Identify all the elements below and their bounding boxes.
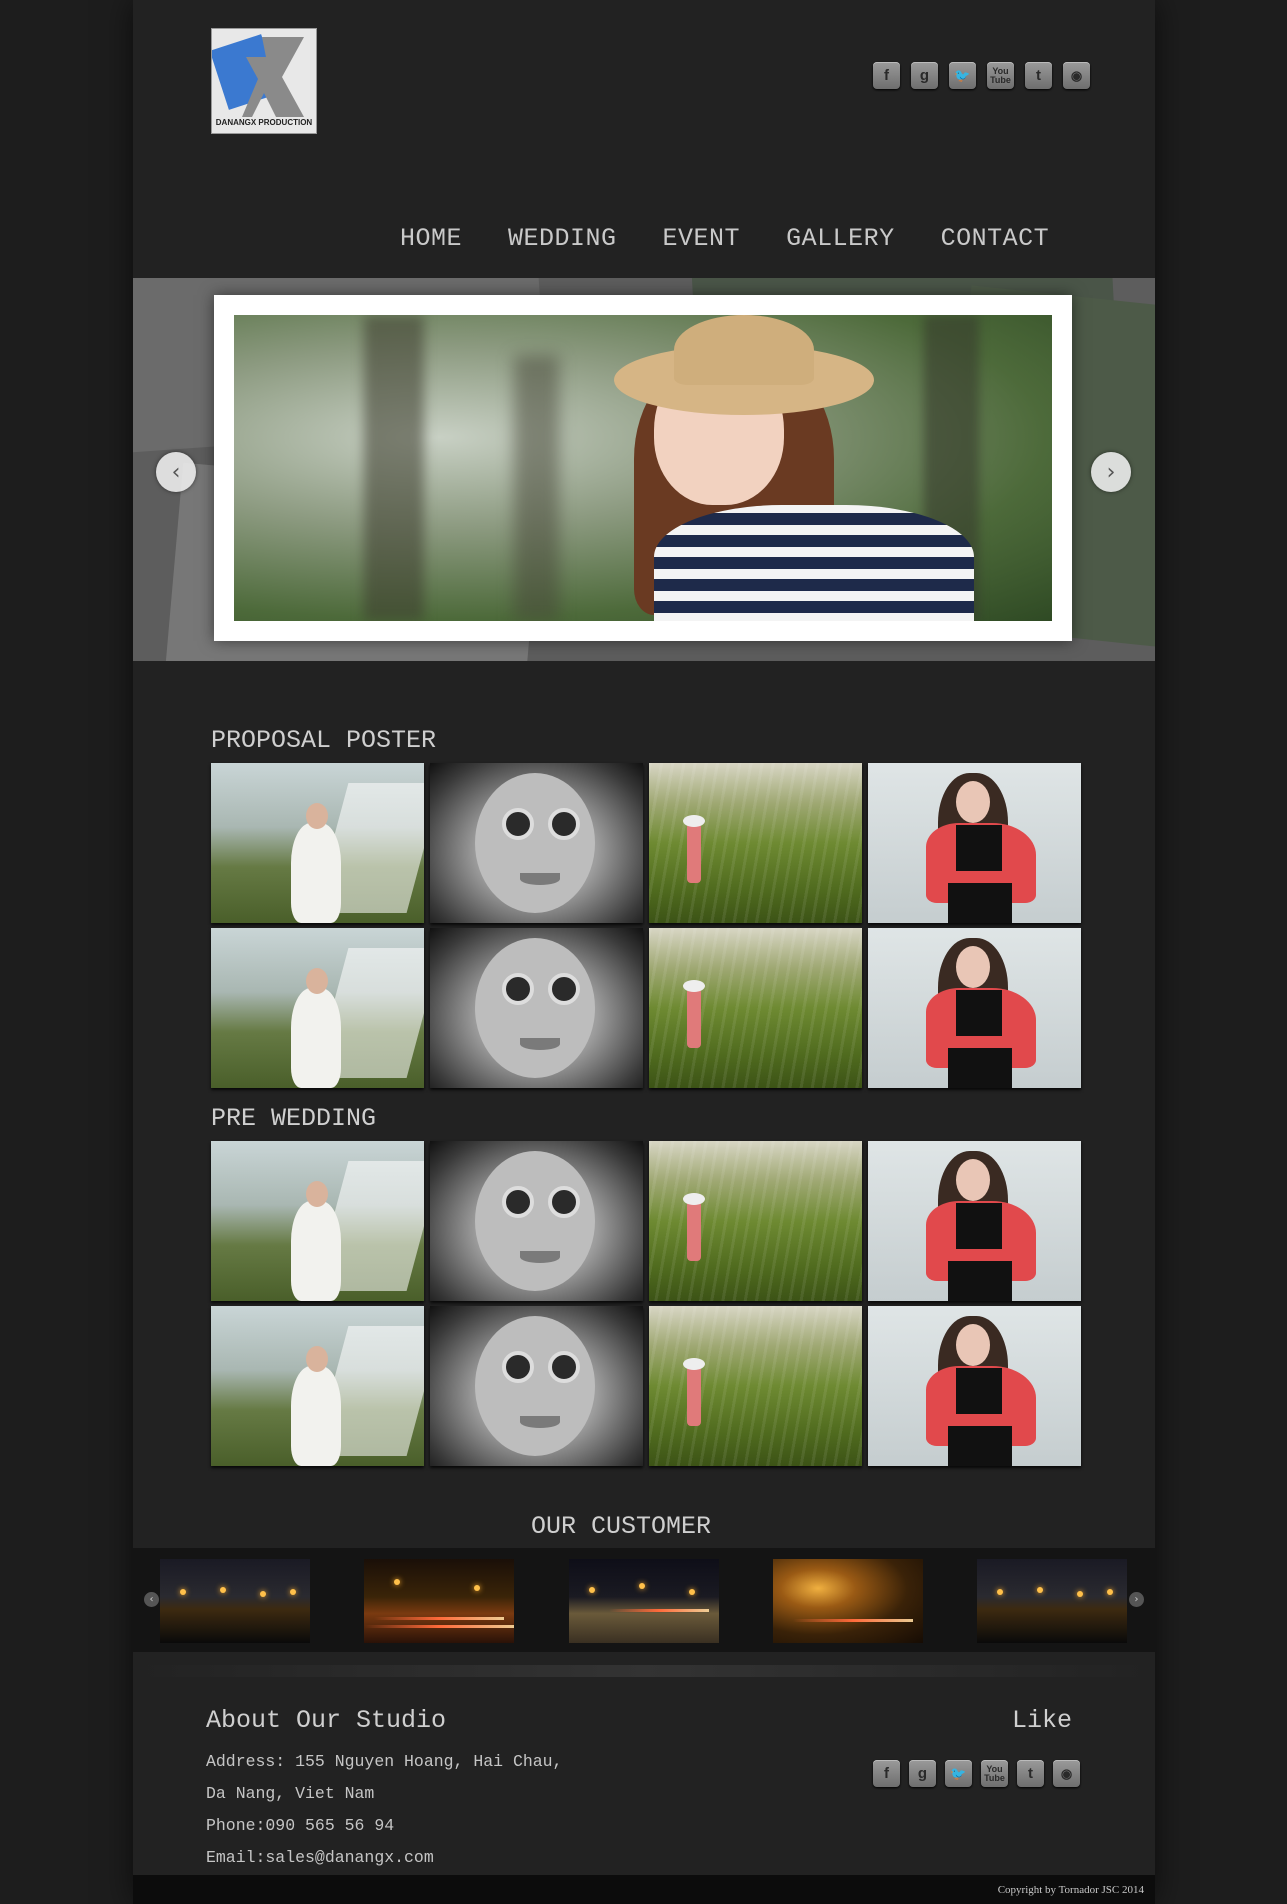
email-text[interactable]: Email:sales@danangx.com (206, 1848, 434, 1867)
nav-contact[interactable]: CONTACT (941, 224, 1050, 253)
gallery-thumb[interactable] (868, 1306, 1081, 1466)
header-social-links: f g 🐦 You Tube t ◉ (873, 62, 1090, 89)
logo[interactable]: DANANGX PRODUCTION (211, 28, 317, 134)
facebook-icon[interactable]: f (873, 1760, 900, 1787)
customer-thumb[interactable] (977, 1559, 1127, 1643)
google-icon[interactable]: g (911, 62, 938, 89)
gallery-thumb[interactable] (649, 1141, 862, 1301)
customer-carousel: ‹ › (133, 1548, 1155, 1652)
facebook-icon[interactable]: f (873, 62, 900, 89)
gallery-thumb[interactable] (430, 1141, 643, 1301)
slide-photo (234, 315, 1052, 621)
gallery-thumb[interactable] (868, 1141, 1081, 1301)
gallery-thumb[interactable] (649, 763, 862, 923)
gallery-thumb[interactable] (868, 763, 1081, 923)
gallery-thumb[interactable] (868, 928, 1081, 1088)
address-line-2: Da Nang, Viet Nam (206, 1784, 375, 1803)
carousel-next-button[interactable]: › (1129, 1592, 1144, 1607)
customer-thumb[interactable] (364, 1559, 514, 1643)
google-icon[interactable]: g (909, 1760, 936, 1787)
gallery-thumb[interactable] (211, 1141, 424, 1301)
customer-thumb[interactable] (773, 1559, 923, 1643)
rss-icon[interactable]: ◉ (1063, 62, 1090, 89)
tumblr-icon[interactable]: t (1025, 62, 1052, 89)
slider-next-button[interactable]: › (1091, 452, 1131, 492)
youtube-icon[interactable]: You Tube (987, 62, 1014, 89)
gallery-thumb[interactable] (211, 1306, 424, 1466)
youtube-icon[interactable]: You Tube (981, 1760, 1008, 1787)
gallery-thumb[interactable] (430, 928, 643, 1088)
gallery-thumb[interactable] (211, 763, 424, 923)
footer-social-links: f g 🐦 You Tube t ◉ (873, 1760, 1080, 1787)
slide-frame (214, 295, 1072, 641)
nav-event[interactable]: EVENT (663, 224, 741, 253)
main-nav: HOME WEDDING EVENT GALLERY CONTACT (380, 224, 1049, 253)
rss-icon[interactable]: ◉ (1053, 1760, 1080, 1787)
section-title-pre-wedding: PRE WEDDING (211, 1104, 377, 1133)
footer-divider (133, 1665, 1155, 1677)
gallery-thumb[interactable] (211, 928, 424, 1088)
gallery-thumb[interactable] (649, 1306, 862, 1466)
phone-text: Phone:090 565 56 94 (206, 1816, 395, 1835)
nav-wedding[interactable]: WEDDING (508, 224, 617, 253)
twitter-icon[interactable]: 🐦 (949, 62, 976, 89)
copyright-bar: Copyright by Tornador JSC 2014 (133, 1875, 1155, 1904)
twitter-icon[interactable]: 🐦 (945, 1760, 972, 1787)
nav-gallery[interactable]: GALLERY (786, 224, 895, 253)
like-title: Like (1012, 1706, 1073, 1735)
customer-thumb[interactable] (160, 1559, 310, 1643)
section-title-proposal-poster: PROPOSAL POSTER (211, 726, 437, 755)
about-title: About Our Studio (206, 1706, 447, 1735)
gallery-thumb[interactable] (430, 1306, 643, 1466)
gallery-thumb[interactable] (430, 763, 643, 923)
hero-slider[interactable]: ‹ › (133, 278, 1155, 661)
address-line-1: Address: 155 Nguyen Hoang, Hai Chau, (206, 1752, 563, 1771)
customer-thumb[interactable] (569, 1559, 719, 1643)
tumblr-icon[interactable]: t (1017, 1760, 1044, 1787)
nav-home[interactable]: HOME (400, 224, 462, 253)
slider-prev-button[interactable]: ‹ (156, 452, 196, 492)
logo-text: DANANGX PRODUCTION (215, 118, 313, 127)
gallery-thumb[interactable] (649, 928, 862, 1088)
carousel-prev-button[interactable]: ‹ (144, 1592, 159, 1607)
copyright-text: Copyright by Tornador JSC 2014 (997, 1884, 1144, 1896)
section-title-our-customer: OUR CUSTOMER (531, 1512, 712, 1541)
